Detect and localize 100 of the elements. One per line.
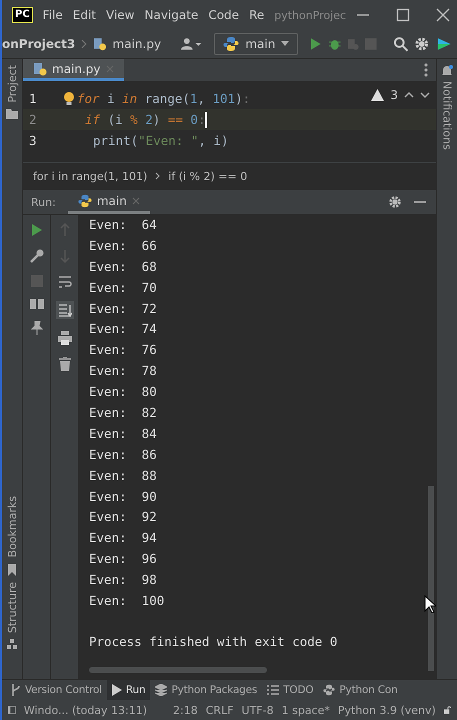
menu-item[interactable]: Re	[249, 8, 264, 22]
window-icon[interactable]	[8, 704, 16, 716]
menu-item[interactable]: Edit	[72, 8, 96, 22]
console-output-line: Even: 68	[89, 258, 157, 276]
app-logo: PC	[12, 7, 33, 23]
window-title: pythonProjec	[274, 8, 346, 22]
tool-window-tab[interactable]: Notifications	[440, 81, 454, 150]
run-config-dropdown[interactable]: main	[214, 33, 298, 55]
python-file-icon	[93, 37, 107, 51]
warning-icon	[371, 89, 384, 101]
code-text: print("Even: ", i)	[92, 133, 228, 148]
code-text: for i in range(1, 101):	[77, 91, 250, 106]
code-text: if (i % 2) == 0:	[84, 112, 206, 127]
menu-item[interactable]: Code	[208, 8, 240, 22]
console-output-line: Even: 66	[89, 236, 157, 255]
list-icon	[267, 685, 280, 695]
debug-icon[interactable]	[328, 37, 342, 51]
console-output-line: Even: 86	[89, 446, 157, 464]
toolbox-logo-icon[interactable]	[436, 36, 452, 52]
menu-item[interactable]: File	[42, 8, 63, 22]
print-icon[interactable]	[58, 331, 72, 345]
search-icon[interactable]	[392, 36, 408, 52]
user-icon[interactable]	[181, 37, 202, 51]
branch-icon	[11, 684, 21, 696]
panel-label: Run:	[31, 196, 56, 208]
caret-icon	[281, 41, 290, 47]
menu-item[interactable]: Navigate	[144, 8, 198, 22]
console-output-line: Even: 80	[89, 383, 157, 402]
layout-icon[interactable]	[30, 299, 44, 309]
breadcrumb-item[interactable]: if (i % 2) == 0	[168, 170, 248, 182]
editor-tab[interactable]: main.py	[23, 59, 124, 81]
scroll-to-end-icon[interactable]	[56, 301, 74, 319]
line-number: 2	[28, 112, 38, 127]
console-output-line: Even: 74	[89, 320, 157, 338]
menu-item[interactable]: View	[106, 8, 134, 22]
status-item[interactable]: 2:18	[173, 704, 198, 716]
tool-window-tab[interactable]: Version Control	[6, 680, 107, 700]
tool-window-tab[interactable]: Python Con	[318, 680, 403, 700]
chevron-icon	[81, 39, 87, 49]
status-item[interactable]: CRLF	[206, 704, 234, 716]
tool-window-tab[interactable]: Project	[6, 65, 18, 103]
tool-window-tab[interactable]: Structure	[6, 582, 18, 633]
scrollbar[interactable]	[89, 667, 267, 673]
tool-window-tab[interactable]: Run	[106, 680, 150, 700]
console-output-line: Even: 84	[89, 424, 157, 443]
python-icon	[323, 684, 336, 696]
folder-icon	[6, 108, 18, 119]
console-output-line: Even: 98	[89, 571, 157, 590]
console-output-line: Even: 72	[89, 300, 157, 318]
structure-icon	[7, 639, 17, 649]
tool-window-tab[interactable]: Python Packages	[150, 680, 262, 700]
lightbulb-icon[interactable]	[63, 92, 75, 106]
chevron-icon	[155, 172, 160, 180]
status-item[interactable]: 1 space*	[282, 704, 330, 716]
python-file-icon	[33, 62, 47, 76]
layers-icon	[155, 684, 168, 696]
run-icon[interactable]	[30, 223, 42, 237]
soft-wrap-icon[interactable]	[58, 275, 72, 289]
console-output-line: Even: 96	[89, 550, 157, 568]
bell-icon[interactable]	[441, 65, 453, 77]
python-icon	[78, 194, 92, 208]
bookmark-icon	[7, 564, 17, 576]
console-output-line: Even: 78	[89, 362, 157, 380]
tool-window-tab[interactable]: TODO	[262, 680, 318, 700]
console-output-line: Even: 100	[89, 592, 164, 610]
warning-count: 3	[390, 88, 398, 102]
console-output-line: Even: 82	[89, 404, 157, 422]
wrench-icon[interactable]	[30, 249, 44, 263]
console-output-line: Even: 64	[89, 216, 157, 234]
trash-icon[interactable]	[58, 357, 70, 371]
more-icon[interactable]	[424, 63, 428, 77]
mouse-cursor-icon	[424, 595, 436, 613]
pin-icon[interactable]	[30, 321, 42, 335]
console-output-line: Even: 92	[89, 508, 157, 526]
maximize-icon[interactable]	[396, 8, 410, 22]
unlock-icon[interactable]	[444, 704, 451, 716]
status-item[interactable]: Python 3.9 (venv)	[338, 704, 436, 716]
console-output-line: Even: 70	[89, 278, 157, 297]
status-message: Windo... (today 13:11)	[24, 704, 148, 716]
exit-message: Process finished with exit code 0	[89, 632, 338, 651]
breadcrumb-item[interactable]: main.py	[112, 37, 162, 51]
close-icon[interactable]	[436, 8, 450, 22]
console-output-line: Even: 76	[89, 341, 157, 360]
breadcrumb-item[interactable]: onProject3	[2, 37, 76, 51]
console-output-line: Even: 94	[89, 529, 157, 548]
run-icon[interactable]	[310, 37, 322, 51]
chevron-up-icon[interactable]	[404, 92, 414, 98]
breadcrumb-item[interactable]: for i in range(1, 101)	[33, 170, 148, 182]
line-number: 3	[28, 133, 38, 148]
console-output-line: Even: 88	[89, 466, 157, 485]
settings-icon[interactable]	[388, 195, 402, 209]
chevron-down-icon[interactable]	[420, 92, 430, 98]
settings-icon[interactable]	[414, 36, 430, 52]
play-icon	[112, 684, 122, 696]
console-output-line: Even: 90	[89, 488, 157, 506]
line-number: 1	[28, 91, 38, 106]
minimize-icon[interactable]	[414, 200, 426, 204]
scrollbar[interactable]	[428, 486, 434, 671]
status-item[interactable]: UTF-8	[242, 704, 274, 716]
tool-window-tab[interactable]: Bookmarks	[6, 496, 18, 558]
